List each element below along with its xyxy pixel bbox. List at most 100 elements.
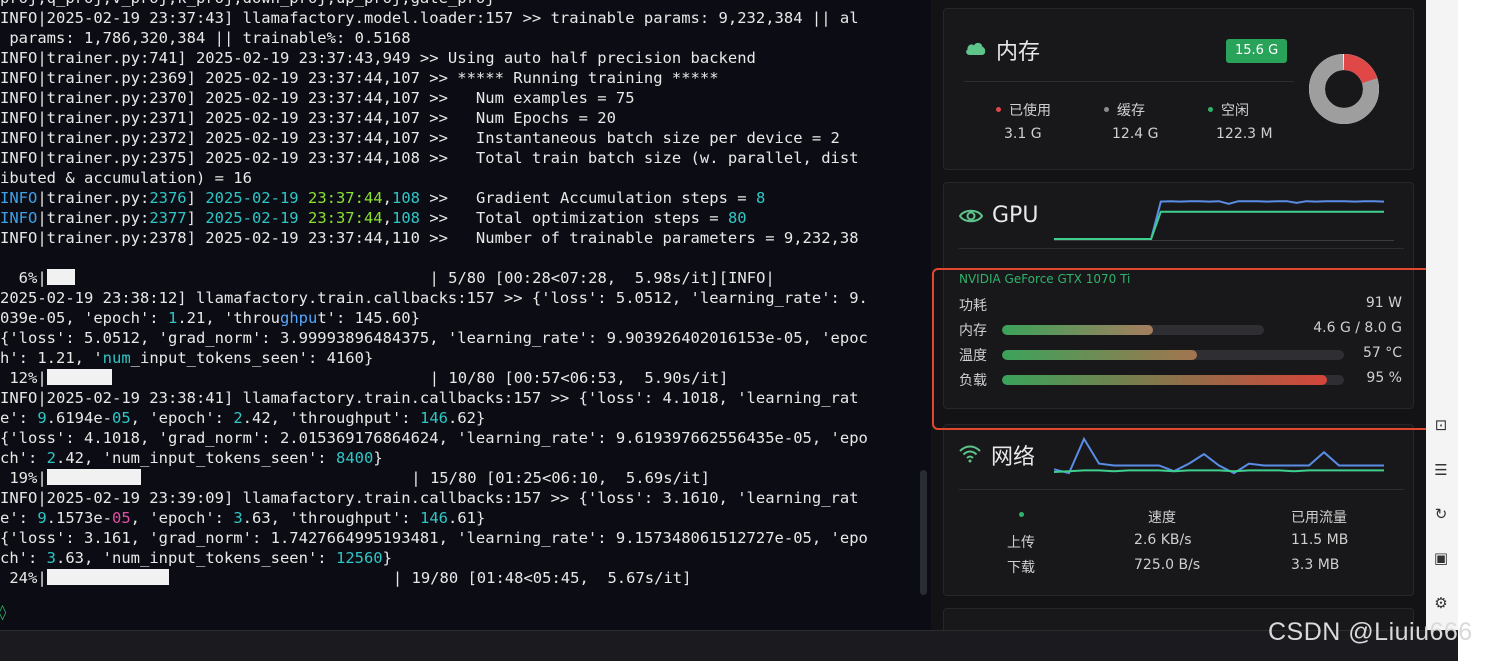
status-dot — [1019, 512, 1024, 517]
terminal-text: params: 1,786,320,384 || trainable%: 0.5… — [0, 29, 411, 47]
terminal-text: _input_tokens_seen': 4160} — [130, 349, 374, 367]
save-icon[interactable]: ▣ — [1432, 549, 1450, 567]
network-row-traffic: 11.5 MB — [1291, 532, 1349, 548]
watermark: CSDN @Liuiu666 — [1268, 618, 1473, 646]
terminal-icon[interactable]: ⊡ — [1432, 416, 1450, 434]
network-row-speed: 725.0 B/s — [1134, 557, 1201, 573]
terminal-line: INFO|trainer.py:2370] 2025-02-19 23:37:4… — [0, 88, 868, 108]
terminal-text: t': 145.60} — [317, 309, 420, 327]
terminal-text: ibuted & accumulation) = 16 — [0, 169, 252, 187]
terminal-line: INFO|trainer.py:2377] 2025-02-19 23:37:4… — [0, 208, 868, 228]
network-row-traffic: 3.3 MB — [1291, 557, 1340, 573]
terminal-line: INFO|2025-02-19 23:39:09] llamafactory.t… — [0, 488, 868, 508]
terminal-line: INFO|trainer.py:2372] 2025-02-19 23:37:4… — [0, 128, 868, 148]
terminal-text: >> Total optimization steps = — [419, 209, 728, 227]
terminal-line: INFO|trainer.py:2376] 2025-02-19 23:37:4… — [0, 188, 868, 208]
terminal-text: 108 — [391, 189, 420, 207]
terminal-text: 05 — [112, 409, 131, 427]
side-toolbar — [1426, 0, 1458, 630]
legend-dot — [996, 107, 1001, 112]
terminal-line: INFO|trainer.py:2371] 2025-02-19 23:37:4… — [0, 108, 868, 128]
terminal-line: params: 1,786,320,384 || trainable%: 0.5… — [0, 28, 868, 48]
terminal-text: proj,q_proj,v_proj,k_proj,down_proj,up_p… — [0, 0, 495, 7]
divider — [959, 489, 1404, 490]
terminal-text: 146 — [419, 509, 448, 527]
network-traffic-graph — [1054, 436, 1384, 475]
terminal-text: ch': — [0, 549, 47, 567]
terminal-text: INFO|2025-02-19 23:37:43] llamafactory.m… — [0, 9, 859, 27]
terminal-text: .42, 'num_input_tokens_seen': — [56, 449, 336, 467]
divider — [964, 81, 1294, 82]
legend-dot — [1208, 107, 1213, 112]
terminal-scrollbar-thumb[interactable] — [920, 470, 927, 595]
legend-dot — [1104, 107, 1109, 112]
terminal-text: 3 — [233, 509, 243, 527]
terminal-text: 9 — [37, 509, 47, 527]
window-edge — [1458, 0, 1490, 660]
progress-bar-fill — [46, 269, 75, 285]
terminal-text: .42, 'throughput': — [242, 409, 420, 427]
terminal-text: , 'epoch': — [130, 509, 234, 527]
memory-legend-value: 12.4 G — [1112, 126, 1159, 142]
terminal-text: .62} — [447, 409, 486, 427]
terminal-line: proj,q_proj,v_proj,k_proj,down_proj,up_p… — [0, 0, 868, 8]
terminal-line: 2025-02-19 23:38:12] llamafactory.train.… — [0, 288, 868, 308]
network-row-speed: 2.6 KB/s — [1134, 532, 1192, 548]
terminal-prompt: ◊ — [0, 603, 8, 621]
gpu-graph-line-green — [1054, 210, 1384, 240]
divider — [959, 248, 1404, 249]
terminal-text: , 'epoch': — [130, 409, 234, 427]
gear-icon[interactable]: ⚙ — [1432, 594, 1450, 612]
terminal-text: 23:37:44 — [307, 189, 383, 207]
traffic-header: 已用流量 — [1291, 510, 1347, 526]
terminal-text: 12%| — [0, 369, 47, 387]
terminal-text: INFO — [0, 209, 38, 227]
memory-legend-item: 已使用 — [996, 100, 1051, 120]
network-graph-line-green — [1054, 469, 1384, 473]
terminal-text: e': — [0, 509, 38, 527]
terminal-line: INFO|trainer.py:2378] 2025-02-19 23:37:4… — [0, 228, 868, 248]
terminal-text: 80 — [727, 209, 747, 227]
terminal-text: 2 — [46, 449, 57, 467]
wifi-icon — [959, 445, 981, 463]
terminal-line: 039e-05, 'epoch': 1.21, 'throughput': 14… — [0, 308, 868, 328]
terminal-line: INFO|trainer.py:741] 2025-02-19 23:37:43… — [0, 48, 868, 68]
memory-legend-value: 3.1 G — [1004, 126, 1042, 142]
memory-legend-item: 缓存 — [1104, 100, 1145, 120]
refresh-icon[interactable]: ↻ — [1432, 505, 1450, 523]
memory-legend-value: 122.3 M — [1216, 126, 1273, 142]
terminal-text: 2025-02-19 23:38:12] llamafactory.train.… — [0, 289, 868, 307]
terminal-text: .21, 'throu — [177, 309, 280, 327]
terminal-text: .61} — [447, 509, 486, 527]
terminal-line: 19%| | 15/80 [01:25<06:10, 5.69s/it] — [0, 468, 868, 488]
terminal-text: .63, 'num_input_tokens_seen': — [56, 549, 336, 567]
terminal-text: ghpu — [279, 309, 318, 327]
terminal-line: {'loss': 4.1018, 'grad_norm': 2.01536917… — [0, 428, 868, 448]
terminal-text: INFO|trainer.py:2369] 2025-02-19 23:37:4… — [0, 69, 719, 87]
terminal-text: INFO|trainer.py:2371] 2025-02-19 23:37:4… — [0, 109, 616, 127]
terminal-text: .63, 'throughput': — [242, 509, 420, 527]
gpu-usage-graph — [1054, 200, 1394, 241]
terminal-text: INFO — [0, 189, 38, 207]
terminal-text: 6%| — [0, 269, 47, 287]
terminal-text: 2377 — [149, 209, 187, 227]
list-icon[interactable]: ☰ — [1432, 461, 1450, 479]
terminal-panel[interactable]: proj,q_proj,v_proj,k_proj,down_proj,up_p… — [0, 0, 931, 630]
terminal-text: >> Gradient Accumulation steps = — [419, 189, 756, 207]
terminal-text: | 5/80 [00:28<07:28, 5.98s/it][INFO| — [74, 269, 775, 287]
eye-icon — [959, 209, 983, 223]
terminal-text: } — [373, 449, 383, 467]
terminal-text: {'loss': 3.161, 'grad_norm': 1.742766499… — [0, 529, 868, 547]
terminal-text: 2376 — [149, 189, 187, 207]
gpu-graph-line-blue — [1054, 200, 1385, 240]
network-row-label: 下载 — [1007, 560, 1035, 576]
terminal-text: 039e-05, 'epoch': — [0, 309, 168, 327]
speed-header: 速度 — [1148, 510, 1176, 526]
terminal-text: |trainer.py: — [37, 189, 150, 207]
terminal-text: 23:37:44 — [307, 209, 383, 227]
terminal-text: 2 — [233, 409, 243, 427]
terminal-line: ch': 3.63, 'num_input_tokens_seen': 1256… — [0, 548, 868, 568]
terminal-text: h': 1.21, ' — [0, 349, 103, 367]
terminal-text: |trainer.py: — [37, 209, 150, 227]
